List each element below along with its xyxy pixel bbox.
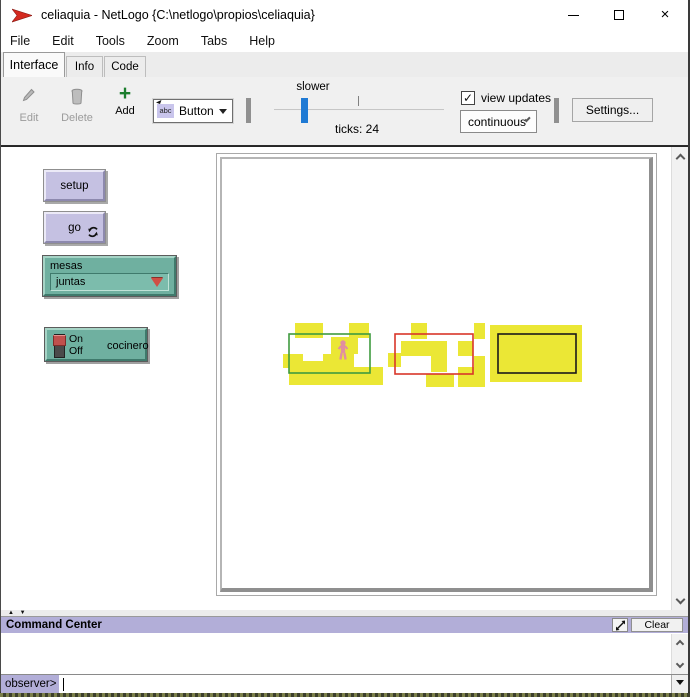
command-center-title: Command Center [6, 619, 102, 631]
title-bar: celiaquia - NetLogo {C:\netlogo\propios\… [1, 0, 688, 30]
scroll-up-button[interactable] [672, 150, 688, 166]
view-updates-label: view updates [481, 91, 551, 105]
chooser-arrow-icon [151, 278, 163, 293]
menu-edit[interactable]: Edit [52, 34, 74, 48]
forever-icon [87, 226, 99, 238]
pencil-icon [21, 88, 37, 105]
tab-interface[interactable]: Interface [3, 52, 65, 77]
scrollbar-up-icon [675, 153, 685, 163]
world-view-frame [220, 157, 653, 592]
netlogo-window: celiaquia - NetLogo {C:\netlogo\propios\… [0, 0, 690, 693]
command-center-header: Command Center Clear [1, 617, 688, 633]
plus-icon: + [107, 85, 143, 103]
go-button[interactable]: go [44, 212, 105, 243]
netlogo-logo-icon [12, 8, 32, 23]
command-input[interactable] [59, 675, 671, 693]
edit-label: Edit [9, 112, 49, 124]
add-widget-button[interactable]: + Add [107, 85, 143, 117]
widget-type-dropdown[interactable]: abc Button [153, 99, 233, 123]
tab-code[interactable]: Code [104, 56, 146, 77]
menu-tabs[interactable]: Tabs [201, 34, 227, 48]
command-center-splitter[interactable]: ▲ ▼ [1, 610, 688, 617]
add-label: Add [107, 105, 143, 117]
delete-widget-button[interactable]: Delete [55, 88, 99, 124]
chooser-dropdown[interactable]: juntas [50, 273, 169, 291]
toolbar-separator [554, 98, 559, 123]
view-updates-group: ✓ view updates [461, 91, 551, 105]
menu-tools[interactable]: Tools [96, 34, 125, 48]
switch-name-label: cocinero [107, 340, 149, 352]
window-title: celiaquia - NetLogo {C:\netlogo\propios\… [41, 8, 315, 22]
setup-button[interactable]: setup [44, 170, 105, 201]
scrollbar-down-icon [676, 660, 684, 668]
ticks-counter: ticks: 24 [319, 122, 395, 136]
button-widget-icon: abc [157, 104, 174, 118]
command-center-scrollbar[interactable] [671, 634, 688, 674]
cc-scroll-down-button[interactable] [672, 656, 688, 672]
clear-button[interactable]: Clear [631, 618, 683, 632]
widget-type-value: Button [179, 104, 214, 118]
update-mode-value: continuous [468, 115, 526, 129]
setup-button-label: setup [60, 180, 88, 192]
chooser-name-label: mesas [50, 260, 169, 272]
menu-help[interactable]: Help [249, 34, 275, 48]
world-view[interactable] [222, 159, 649, 588]
settings-button[interactable]: Settings... [572, 98, 653, 122]
speed-slider-track[interactable] [274, 109, 444, 111]
minimize-button[interactable] [550, 0, 596, 30]
dropdown-arrow-icon [219, 109, 227, 118]
interface-toolbar: Edit Delete + Add abc Button slower tick… [1, 77, 688, 146]
menu-zoom[interactable]: Zoom [147, 34, 179, 48]
observer-prompt[interactable]: observer> [1, 675, 59, 693]
world-view-widget [216, 153, 657, 596]
dropdown-arrow-icon [676, 680, 684, 689]
maximize-button[interactable] [596, 0, 642, 30]
trash-icon [70, 88, 84, 105]
command-history-dropdown[interactable] [671, 675, 688, 693]
switch-handle [53, 335, 66, 346]
maximize-icon [614, 10, 624, 20]
command-center-input-row: observer> [1, 674, 688, 693]
toolbar-separator [246, 98, 251, 123]
cocinero-switch[interactable]: On Off cocinero [45, 328, 147, 361]
scrollbar-down-icon [675, 594, 685, 604]
switch-on-label: On [69, 333, 83, 345]
cc-scroll-up-button[interactable] [672, 636, 688, 652]
close-button[interactable]: × [642, 0, 688, 30]
go-button-label: go [68, 222, 81, 234]
mesas-chooser[interactable]: mesas juntas [43, 256, 176, 296]
menu-file[interactable]: File [10, 34, 30, 48]
resize-diagonal-icon [615, 620, 626, 631]
tab-bar: Interface Info Code [1, 52, 688, 77]
menu-bar: File Edit Tools Zoom Tabs Help [1, 30, 688, 52]
speed-slider-handle[interactable] [301, 98, 308, 123]
speed-slider-tick [358, 96, 359, 106]
switch-off-label: Off [69, 345, 83, 357]
chooser-selected-value: juntas [56, 276, 85, 288]
switch-on-off-labels: On Off [69, 333, 83, 357]
view-updates-checkbox[interactable]: ✓ [461, 91, 475, 105]
main-scrollbar[interactable] [671, 147, 688, 610]
edit-widget-button[interactable]: Edit [9, 88, 49, 124]
switch-toggle[interactable] [54, 334, 65, 358]
scrollbar-up-icon [676, 640, 684, 648]
command-center-output [1, 633, 688, 674]
scroll-down-button[interactable] [672, 591, 688, 607]
tab-info[interactable]: Info [66, 56, 103, 77]
command-center-resize-button[interactable] [612, 618, 628, 632]
update-mode-dropdown[interactable]: continuous [460, 110, 537, 133]
minimize-icon [568, 15, 579, 16]
speed-slider-label: slower [282, 81, 344, 93]
close-icon: × [661, 10, 670, 20]
text-caret [63, 678, 64, 691]
delete-label: Delete [55, 112, 99, 124]
